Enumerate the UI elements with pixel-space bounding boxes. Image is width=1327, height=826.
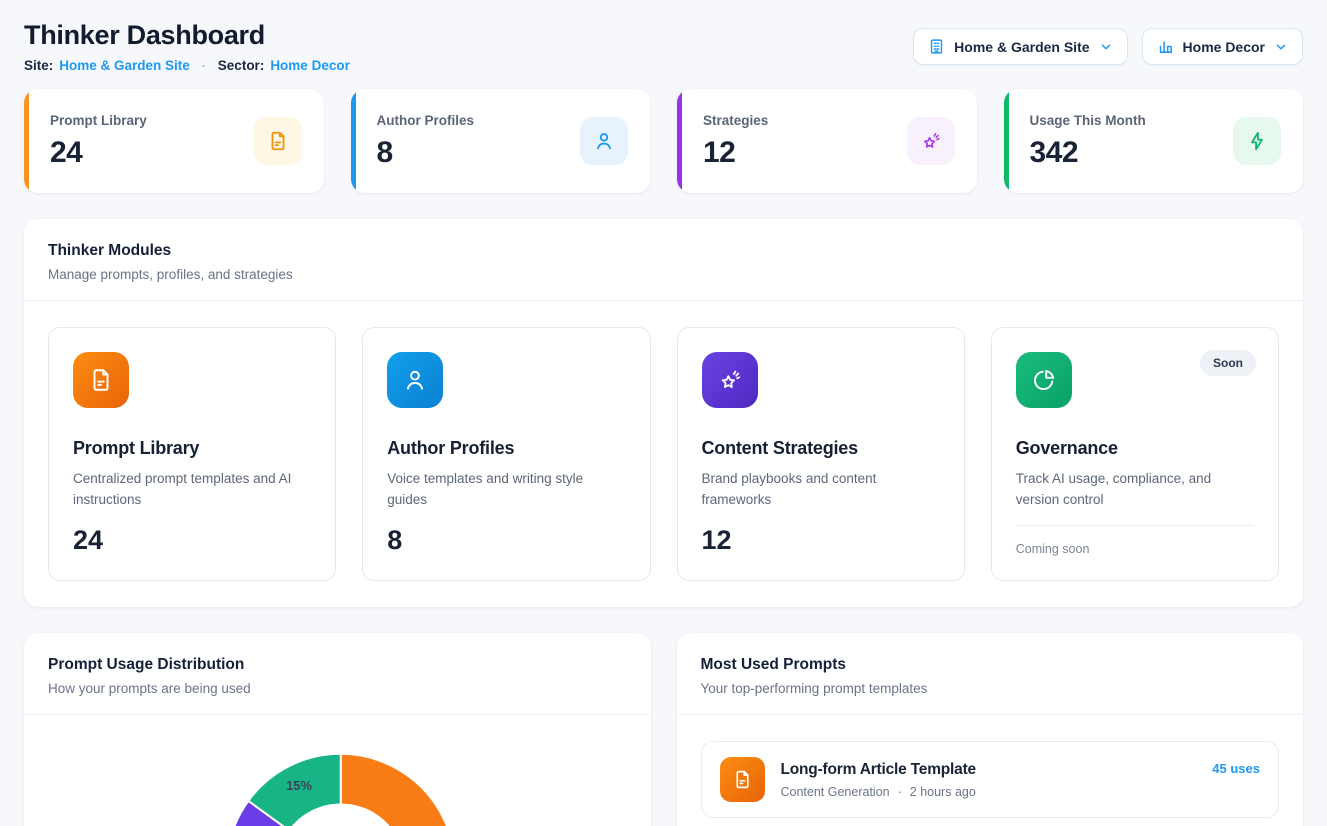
chevron-down-icon [1274,40,1288,54]
building-icon [928,38,945,55]
page-header: Thinker Dashboard Site: Home & Garden Si… [24,20,1303,73]
module-title: Prompt Library [73,438,311,459]
donut-segment-label: 15% [286,778,312,793]
dashboard-page: Thinker Dashboard Site: Home & Garden Si… [0,0,1327,826]
stat-text: Usage This Month 342 [1030,113,1146,170]
prompts-panel-subtitle: Your top-performing prompt templates [701,681,1280,696]
stat-card-usage: Usage This Month 342 [1004,89,1304,193]
chevron-down-icon [1099,40,1113,54]
prompts-panel-title: Most Used Prompts [701,656,1280,674]
prompts-panel-header: Most Used Prompts Your top-performing pr… [677,633,1304,715]
coming-soon-text: Coming soon [1016,542,1254,556]
module-count: 8 [387,525,625,556]
breadcrumb-separator: · [202,59,206,73]
stat-value: 12 [703,136,768,170]
module-count: 24 [73,525,311,556]
pie-chart-icon [1016,352,1072,408]
site-link[interactable]: Home & Garden Site [59,58,190,73]
accent-stripe [677,89,682,193]
sector-selector-dropdown[interactable]: Home Decor [1142,28,1303,65]
donut-segment[interactable] [341,754,455,826]
module-description: Brand playbooks and content frameworks [702,469,940,511]
stat-text: Strategies 12 [703,113,768,170]
document-icon [254,117,302,165]
prompt-item-uses-badge: 45 uses [1212,761,1260,776]
modules-grid: Prompt Library Centralized prompt templa… [24,301,1303,607]
stat-text: Prompt Library 24 [50,113,147,170]
modules-title: Thinker Modules [48,242,1279,260]
module-card-prompt-library[interactable]: Prompt Library Centralized prompt templa… [48,327,336,581]
module-card-governance[interactable]: Soon Governance Track AI usage, complian… [991,327,1279,581]
stat-text: Author Profiles 8 [377,113,475,170]
module-title: Content Strategies [702,438,940,459]
site-label: Site: [24,58,53,73]
usage-donut-chart[interactable]: 15% [24,715,651,826]
module-description: Track AI usage, compliance, and version … [1016,469,1254,511]
header-left: Thinker Dashboard Site: Home & Garden Si… [24,20,350,73]
module-title: Governance [1016,438,1254,459]
star-sparkle-icon [702,352,758,408]
stat-value: 8 [377,136,475,170]
prompt-list: Long-form Article Template Content Gener… [677,715,1304,826]
module-card-content-strategies[interactable]: Content Strategies Brand playbooks and c… [677,327,965,581]
stat-card-prompt-library: Prompt Library 24 [24,89,324,193]
modules-panel: Thinker Modules Manage prompts, profiles… [24,219,1303,607]
usage-panel-subtitle: How your prompts are being used [48,681,627,696]
bar-chart-icon [1157,38,1174,55]
lightning-icon [1233,117,1281,165]
prompt-item-text: Long-form Article Template Content Gener… [781,761,1197,799]
user-icon [387,352,443,408]
document-icon [720,757,765,802]
stat-label: Author Profiles [377,113,475,128]
breadcrumb: Site: Home & Garden Site · Sector: Home … [24,58,350,73]
soon-badge: Soon [1200,350,1256,376]
accent-stripe [24,89,29,193]
usage-panel-title: Prompt Usage Distribution [48,656,627,674]
module-description: Voice templates and writing style guides [387,469,625,511]
stat-value: 342 [1030,136,1146,170]
stat-label: Strategies [703,113,768,128]
modules-subtitle: Manage prompts, profiles, and strategies [48,267,1279,282]
stat-label: Prompt Library [50,113,147,128]
header-selectors: Home & Garden Site Home Decor [913,28,1303,65]
prompt-item-title: Long-form Article Template [781,761,1197,779]
prompt-item-category: Content Generation [781,785,890,799]
module-card-author-profiles[interactable]: Author Profiles Voice templates and writ… [362,327,650,581]
usage-panel-header: Prompt Usage Distribution How your promp… [24,633,651,715]
stat-card-strategies: Strategies 12 [677,89,977,193]
modules-panel-header: Thinker Modules Manage prompts, profiles… [24,219,1303,301]
usage-distribution-panel: Prompt Usage Distribution How your promp… [24,633,651,826]
meta-separator: · [898,785,902,799]
sector-label: Sector: [218,58,265,73]
module-description: Centralized prompt templates and AI inst… [73,469,311,511]
site-selector-dropdown[interactable]: Home & Garden Site [913,28,1127,65]
sector-link[interactable]: Home Decor [270,58,350,73]
module-count: 12 [702,525,940,556]
page-title: Thinker Dashboard [24,20,350,51]
divider [1016,525,1254,526]
most-used-prompts-panel: Most Used Prompts Your top-performing pr… [677,633,1304,826]
prompt-item-time: 2 hours ago [910,785,976,799]
stat-card-author-profiles: Author Profiles 8 [351,89,651,193]
donut-chart-area: 15% [24,715,651,826]
sector-selector-value: Home Decor [1183,39,1265,55]
stat-value: 24 [50,136,147,170]
prompt-list-item[interactable]: Long-form Article Template Content Gener… [701,741,1280,818]
stat-label: Usage This Month [1030,113,1146,128]
accent-stripe [1004,89,1009,193]
site-selector-value: Home & Garden Site [954,39,1089,55]
prompt-item-meta: Content Generation · 2 hours ago [781,785,1197,799]
star-sparkle-icon [907,117,955,165]
accent-stripe [351,89,356,193]
module-title: Author Profiles [387,438,625,459]
user-icon [580,117,628,165]
bottom-row: Prompt Usage Distribution How your promp… [24,633,1303,826]
document-icon [73,352,129,408]
stats-row: Prompt Library 24 Author Profiles 8 Stra… [24,89,1303,193]
